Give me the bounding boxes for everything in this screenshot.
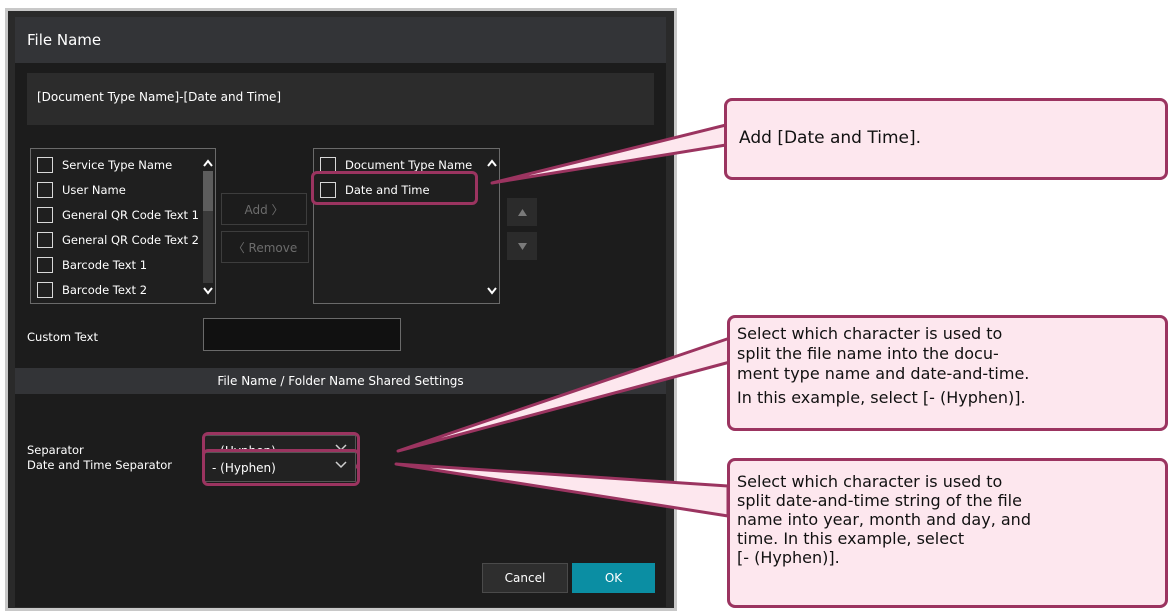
callout-text: split date-and-time string of the file <box>737 491 1022 510</box>
callout-text: Select which character is used to <box>737 472 1003 491</box>
callout-add-datetime: Add [Date and Time]. <box>724 98 1168 180</box>
callout-pointer <box>396 336 732 453</box>
callout-text: In this example, select [- (Hyphen)]. <box>737 388 1026 407</box>
callout-text: name into year, month and day, and <box>737 510 1031 529</box>
callout-text: ment type name and date-and-time. <box>737 364 1030 383</box>
callout-pointer <box>490 123 728 185</box>
callout-separator: Select which character is used to split … <box>727 315 1168 431</box>
callout-text: Select which character is used to <box>737 324 1003 343</box>
callout-text: time. In this example, select <box>737 529 965 548</box>
callout-date-time-separator: Select which character is used to split … <box>727 458 1168 608</box>
callout-text: [- (Hyphen)]. <box>737 548 840 567</box>
callout-pointer <box>394 462 730 518</box>
callout-text: split the file name into the docu- <box>737 344 999 363</box>
callout-text: Add [Date and Time]. <box>739 128 922 148</box>
